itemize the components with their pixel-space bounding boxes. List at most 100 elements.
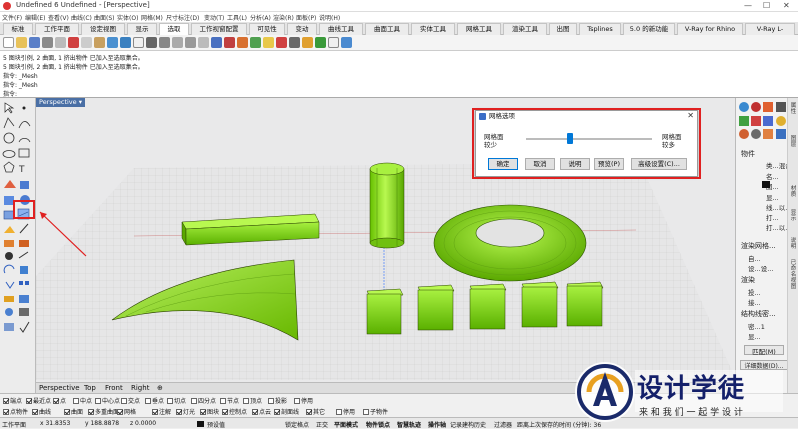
dimension-icon[interactable] bbox=[4, 296, 14, 302]
side-tab-named-views[interactable]: 已命名视图 bbox=[789, 260, 798, 290]
tab-transform[interactable]: 变动 bbox=[287, 23, 317, 35]
view-tab-perspective[interactable]: Perspective bbox=[39, 384, 80, 392]
green-cylinder-object[interactable] bbox=[369, 162, 405, 249]
menu-tools[interactable]: 工具(L) bbox=[227, 13, 247, 22]
rotate-view-icon[interactable] bbox=[146, 37, 157, 48]
texture-icon[interactable] bbox=[739, 116, 749, 126]
filter-option-0[interactable]: 点物件 bbox=[3, 407, 28, 416]
check-icon[interactable] bbox=[19, 321, 30, 333]
tab-curve-tools[interactable]: 曲线工具 bbox=[319, 23, 363, 35]
tab-solid-tools[interactable]: 实体工具 bbox=[411, 23, 455, 35]
menu-transform[interactable]: 变动(T) bbox=[204, 13, 224, 22]
checkbox[interactable] bbox=[268, 398, 274, 404]
menu-curve[interactable]: 曲线(C) bbox=[71, 13, 92, 22]
lock-icon[interactable] bbox=[263, 37, 274, 48]
view-tab-front[interactable]: Front bbox=[105, 384, 123, 392]
side-tab-layers[interactable]: 图层 bbox=[789, 136, 798, 148]
checkbox[interactable] bbox=[32, 409, 38, 415]
green-cube-2[interactable] bbox=[417, 284, 455, 331]
prop-print-color[interactable]: 打... bbox=[766, 212, 779, 222]
tab-new-in-v5[interactable]: 5.0 的新功能 bbox=[623, 23, 675, 35]
filter-option-12[interactable]: 停用 bbox=[336, 407, 355, 416]
menu-solid[interactable]: 实体(O) bbox=[117, 13, 138, 22]
isocurve-show[interactable]: 显... bbox=[748, 331, 761, 341]
tab-vray-rhino[interactable]: V-Ray for Rhino bbox=[677, 23, 743, 35]
checkbox[interactable] bbox=[117, 409, 123, 415]
split-icon[interactable] bbox=[4, 240, 14, 247]
polyline-icon[interactable] bbox=[3, 117, 15, 129]
checkbox[interactable] bbox=[152, 409, 158, 415]
checkbox[interactable] bbox=[64, 409, 70, 415]
filter-option-3[interactable]: 多重曲面 bbox=[88, 407, 119, 416]
environment-icon[interactable] bbox=[776, 102, 786, 112]
group-icon[interactable] bbox=[19, 308, 29, 316]
osnap-option-3[interactable]: 中点 bbox=[73, 396, 92, 405]
checkbox[interactable] bbox=[220, 398, 226, 404]
render-icon[interactable] bbox=[302, 37, 313, 48]
checkbox[interactable] bbox=[294, 398, 300, 404]
checkbox[interactable] bbox=[26, 398, 32, 404]
menu-help[interactable]: 说明(H) bbox=[319, 13, 340, 22]
green-torus-object[interactable] bbox=[433, 204, 587, 282]
checkbox[interactable] bbox=[243, 398, 249, 404]
point-icon[interactable] bbox=[22, 106, 26, 110]
sun-icon[interactable] bbox=[776, 116, 786, 126]
menu-file[interactable]: 文件(F) bbox=[2, 13, 22, 22]
pan-icon[interactable] bbox=[133, 37, 144, 48]
filter-option-7[interactable]: 图块 bbox=[200, 407, 219, 416]
isocurve-density[interactable]: 密...1 bbox=[748, 321, 765, 331]
four-view-icon[interactable] bbox=[211, 37, 222, 48]
match-button[interactable]: 匹配(M) bbox=[744, 345, 784, 356]
checkbox[interactable] bbox=[121, 398, 127, 404]
fillet-icon[interactable] bbox=[4, 226, 15, 233]
osnap-option-6[interactable]: 垂点 bbox=[145, 396, 164, 405]
filter-option-2[interactable]: 曲面 bbox=[64, 407, 83, 416]
copy-icon[interactable] bbox=[81, 37, 92, 48]
checkbox[interactable] bbox=[53, 398, 59, 404]
layer-color-swatch[interactable] bbox=[762, 181, 770, 188]
close-button[interactable]: ✕ bbox=[783, 1, 790, 10]
green-cube-5[interactable] bbox=[566, 281, 604, 327]
checkbox[interactable] bbox=[95, 398, 101, 404]
extrude-icon[interactable] bbox=[20, 181, 29, 189]
import-icon[interactable] bbox=[55, 37, 66, 48]
side-tab-display[interactable]: 显示 bbox=[789, 210, 798, 222]
curve-icon[interactable] bbox=[18, 121, 31, 129]
trim-icon[interactable] bbox=[19, 223, 29, 234]
osnap-option-2[interactable]: 点 bbox=[53, 396, 66, 405]
arc-icon[interactable] bbox=[18, 138, 31, 143]
osnap-option-12[interactable]: 停用 bbox=[294, 396, 313, 405]
viewport-title[interactable]: Perspective ▾ bbox=[36, 98, 85, 107]
tab-visibility[interactable]: 可见性 bbox=[249, 23, 285, 35]
tab-drafting[interactable]: 出图 bbox=[549, 23, 577, 35]
tab-set-view[interactable]: 设定视图 bbox=[81, 23, 125, 35]
menu-surface[interactable]: 曲面(S) bbox=[94, 13, 115, 22]
filter-option-8[interactable]: 控制点 bbox=[222, 407, 247, 416]
filter-option-1[interactable]: 曲线 bbox=[32, 407, 51, 416]
checkbox[interactable] bbox=[167, 398, 173, 404]
osnap-option-11[interactable]: 投影 bbox=[268, 396, 287, 405]
menu-edit[interactable]: 编辑(E) bbox=[25, 13, 45, 22]
filter-option-6[interactable]: 灯光 bbox=[176, 407, 195, 416]
layer-icon[interactable] bbox=[276, 37, 287, 48]
checkbox[interactable] bbox=[274, 409, 280, 415]
paste-icon[interactable] bbox=[94, 37, 105, 48]
osnap-option-0[interactable]: 端点 bbox=[3, 396, 22, 405]
side-tab-materials[interactable]: 材质 bbox=[789, 186, 798, 198]
checkbox[interactable] bbox=[145, 398, 151, 404]
minimize-button[interactable]: — bbox=[744, 1, 752, 10]
show-icon[interactable] bbox=[250, 37, 261, 48]
hide-icon[interactable] bbox=[4, 323, 14, 331]
osnap-option-5[interactable]: 交点 bbox=[121, 396, 140, 405]
menu-panels[interactable]: 面板(P) bbox=[296, 13, 316, 22]
move-icon[interactable] bbox=[5, 252, 13, 260]
checkbox[interactable] bbox=[191, 398, 197, 404]
ground-plane-icon[interactable] bbox=[763, 116, 773, 126]
print-icon[interactable] bbox=[42, 37, 53, 48]
menu-dimension[interactable]: 尺寸标注(D) bbox=[166, 13, 199, 22]
zoom-selected-icon[interactable] bbox=[198, 37, 209, 48]
object-properties-icon[interactable] bbox=[739, 102, 749, 112]
decal-icon[interactable] bbox=[751, 129, 761, 139]
ellipse-icon[interactable] bbox=[2, 150, 16, 158]
zoom-extents-icon[interactable] bbox=[185, 37, 196, 48]
